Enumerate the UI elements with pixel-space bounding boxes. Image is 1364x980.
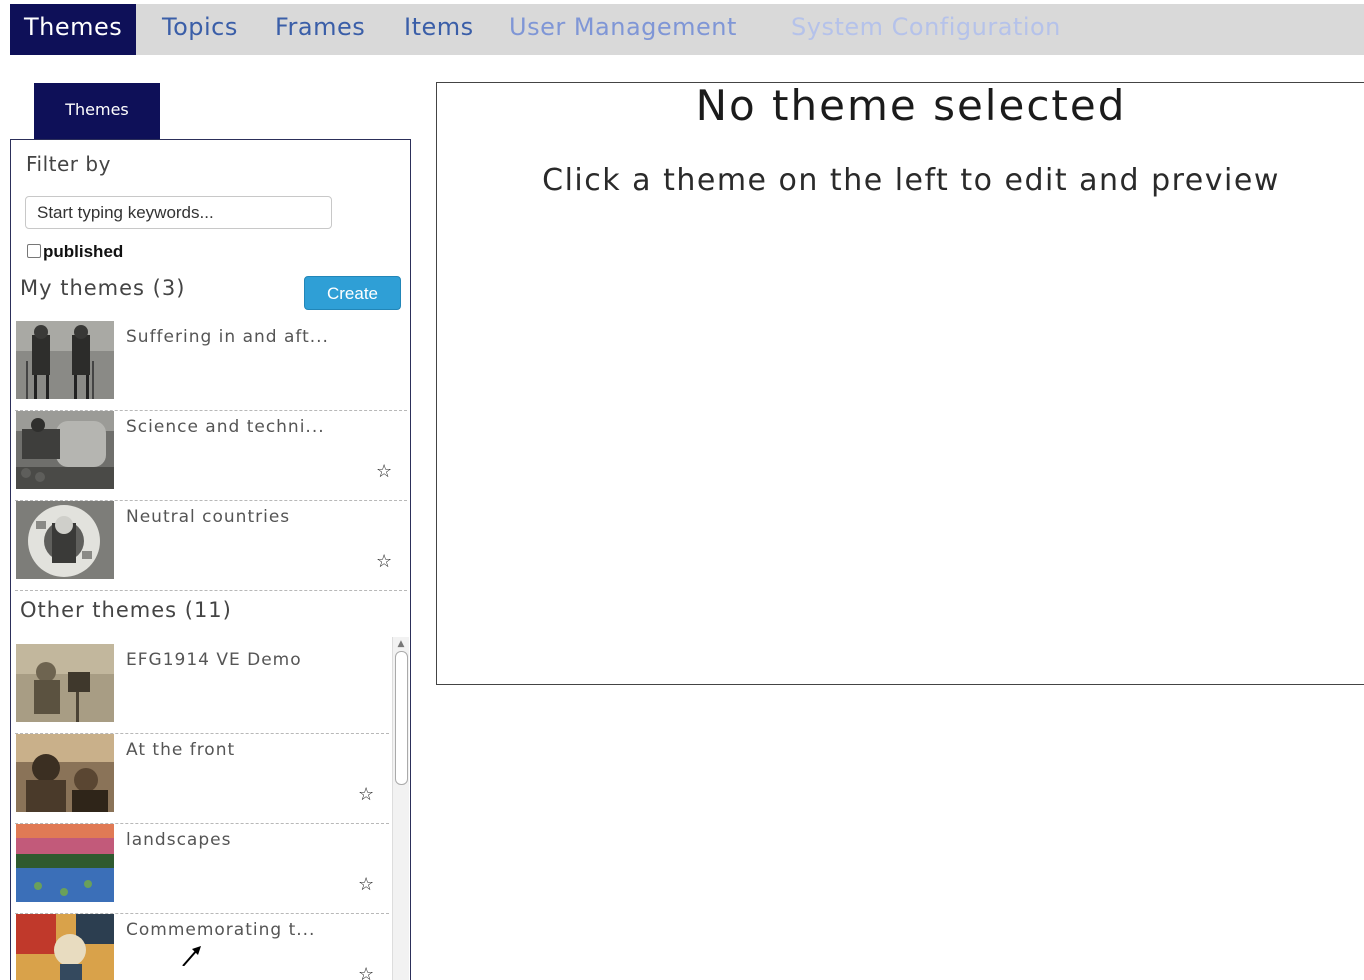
empty-state-message: Click a theme on the left to edit and pr… xyxy=(542,163,1280,198)
theme-list-item[interactable]: landscapes ☆ xyxy=(15,824,389,914)
theme-title: EFG1914 VE Demo xyxy=(126,650,302,670)
tab-frames[interactable]: Frames xyxy=(275,4,365,55)
star-icon[interactable]: ☆ xyxy=(376,463,392,481)
theme-title: landscapes xyxy=(126,830,232,850)
tab-user-management[interactable]: User Management xyxy=(509,4,737,55)
themes-sidebar: Filter by Start typing keywords... publi… xyxy=(10,139,411,980)
theme-list-item[interactable]: EFG1914 VE Demo xyxy=(15,644,389,734)
search-input[interactable]: Start typing keywords... xyxy=(25,196,332,229)
tab-themes[interactable]: Themes xyxy=(10,4,137,55)
published-label: published xyxy=(43,242,124,261)
top-nav: Themes Topics Frames Items User Manageme… xyxy=(10,4,1364,55)
published-checkbox[interactable] xyxy=(27,244,41,258)
other-themes-title: Other themes (11) xyxy=(20,598,232,622)
star-icon[interactable]: ☆ xyxy=(358,876,374,894)
theme-title: Science and techni... xyxy=(126,417,325,437)
theme-list-item[interactable]: Suffering in and aft... xyxy=(15,321,407,411)
theme-title: Neutral countries xyxy=(126,507,291,527)
theme-list-item[interactable]: At the front ☆ xyxy=(15,734,389,824)
theme-title: Commemorating t... xyxy=(126,920,316,940)
theme-title: At the front xyxy=(126,740,236,760)
theme-thumbnail xyxy=(16,734,114,812)
theme-list-item[interactable]: Science and techni... ☆ xyxy=(15,411,407,501)
star-icon[interactable]: ☆ xyxy=(376,553,392,571)
theme-thumbnail xyxy=(16,824,114,902)
theme-thumbnail xyxy=(16,914,114,980)
theme-thumbnail xyxy=(16,411,114,489)
theme-thumbnail xyxy=(16,321,114,399)
theme-thumbnail xyxy=(16,501,114,579)
theme-title: Suffering in and aft... xyxy=(126,327,329,347)
mouse-cursor-icon xyxy=(180,944,204,967)
sidebar-tab-themes[interactable]: Themes xyxy=(34,83,160,140)
theme-preview-panel: No theme selected Click a theme on the l… xyxy=(436,81,1364,685)
page-title: No theme selected xyxy=(695,81,1127,130)
tab-topics[interactable]: Topics xyxy=(162,4,238,55)
scrollbar-thumb[interactable] xyxy=(395,651,408,785)
theme-thumbnail xyxy=(16,644,114,722)
my-themes-title: My themes (3) xyxy=(20,276,186,300)
star-icon[interactable]: ☆ xyxy=(358,966,374,980)
create-button[interactable]: Create xyxy=(304,276,401,310)
star-icon[interactable]: ☆ xyxy=(358,786,374,804)
tab-items[interactable]: Items xyxy=(404,4,474,55)
published-filter[interactable]: published xyxy=(27,242,123,262)
tab-system-configuration[interactable]: System Configuration xyxy=(791,4,1061,55)
scroll-up-icon[interactable]: ▲ xyxy=(395,639,407,649)
filter-label: Filter by xyxy=(26,152,111,176)
themes-scrollbar[interactable]: ▲ xyxy=(392,637,409,980)
theme-list-item[interactable]: Neutral countries ☆ xyxy=(15,501,407,591)
